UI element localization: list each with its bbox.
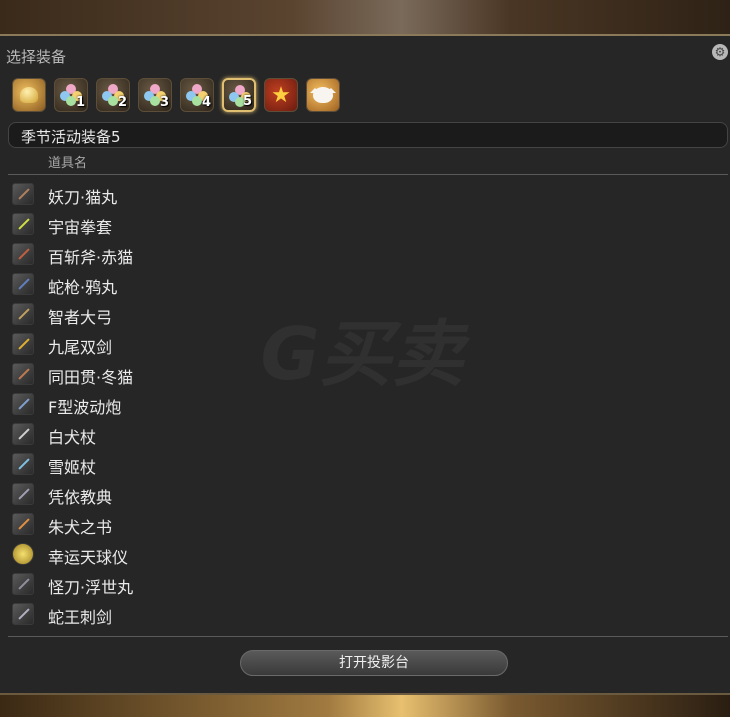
list-item[interactable]: 智者大弓 — [8, 298, 728, 328]
open-projection-button[interactable]: 打开投影台 — [240, 650, 508, 676]
katana-icon — [12, 183, 34, 205]
item-name: 雪姬杖 — [48, 458, 97, 477]
tab-seasonal-1[interactable]: 1 — [54, 78, 88, 112]
tab-number: 4 — [201, 95, 211, 110]
equipment-select-window: 选择装备 ⚙ 1 2 3 4 5 ★ 季节活动装备5 道具名 G买卖 妖刀·猫丸… — [0, 34, 730, 695]
tab-moogle[interactable] — [306, 78, 340, 112]
item-name: 妖刀·猫丸 — [48, 188, 118, 207]
item-name: 百斩斧·赤猫 — [48, 248, 134, 267]
star-icon: ★ — [271, 82, 291, 108]
item-name: 凭依教典 — [48, 488, 113, 507]
column-header-item-name: 道具名 — [48, 156, 88, 171]
axe-icon — [12, 243, 34, 265]
tab-number: 1 — [75, 95, 85, 110]
gun-icon — [12, 393, 34, 415]
staff-icon — [12, 453, 34, 475]
rapier-icon — [12, 603, 34, 625]
item-name: 蛇枪·鸦丸 — [48, 278, 118, 297]
bell-icon — [20, 87, 38, 103]
daggers-icon — [12, 333, 34, 355]
tab-favorites[interactable]: ★ — [264, 78, 298, 112]
item-name: 幸运天球仪 — [48, 548, 129, 567]
tab-number: 3 — [159, 95, 169, 110]
list-item[interactable]: 白犬杖 — [8, 418, 728, 448]
category-tabs: 1 2 3 4 5 ★ — [12, 78, 340, 114]
list-item[interactable]: 蛇枪·鸦丸 — [8, 268, 728, 298]
list-item[interactable]: 妖刀·猫丸 — [8, 178, 728, 208]
list-item[interactable]: 朱犬之书 — [8, 508, 728, 538]
window-title: 选择装备 — [6, 48, 67, 66]
lance-icon — [12, 273, 34, 295]
list-item[interactable]: 九尾双剑 — [8, 328, 728, 358]
globe-icon — [12, 543, 34, 565]
list-item[interactable]: F型波动炮 — [8, 388, 728, 418]
codex-icon — [12, 483, 34, 505]
item-name: 九尾双剑 — [48, 338, 113, 357]
list-item[interactable]: 蛇王刺剑 — [8, 598, 728, 628]
tab-seasonal-5[interactable]: 5 — [222, 78, 256, 112]
bow-icon — [12, 303, 34, 325]
item-name: F型波动炮 — [48, 398, 122, 417]
item-name: 白犬杖 — [48, 428, 97, 447]
list-item[interactable]: 宇宙拳套 — [8, 208, 728, 238]
background-top — [0, 0, 730, 34]
item-name: 蛇王刺剑 — [48, 608, 113, 627]
category-header: 季节活动装备5 — [8, 122, 728, 148]
background-bottom — [0, 695, 730, 717]
staff-icon — [12, 423, 34, 445]
katana-icon — [12, 573, 34, 595]
item-name: 同田贯·冬猫 — [48, 368, 134, 387]
divider — [8, 636, 728, 637]
katana-icon — [12, 363, 34, 385]
item-list: 妖刀·猫丸 宇宙拳套 百斩斧·赤猫 蛇枪·鸦丸 智者大弓 九尾双剑 同田贯·冬猫… — [8, 178, 728, 628]
item-name: 智者大弓 — [48, 308, 113, 327]
tab-bell[interactable] — [12, 78, 46, 112]
gear-icon[interactable]: ⚙ — [712, 44, 728, 60]
item-name: 宇宙拳套 — [48, 218, 113, 237]
book-icon — [12, 513, 34, 535]
divider — [8, 174, 728, 175]
tab-number: 5 — [242, 94, 252, 109]
item-name: 怪刀·浮世丸 — [48, 578, 134, 597]
list-item[interactable]: 雪姬杖 — [8, 448, 728, 478]
tab-number: 2 — [117, 95, 127, 110]
list-item[interactable]: 幸运天球仪 — [8, 538, 728, 568]
list-item[interactable]: 同田贯·冬猫 — [8, 358, 728, 388]
moogle-icon — [310, 87, 336, 103]
tab-seasonal-4[interactable]: 4 — [180, 78, 214, 112]
list-item[interactable]: 凭依教典 — [8, 478, 728, 508]
tab-seasonal-3[interactable]: 3 — [138, 78, 172, 112]
fist-weapon-icon — [12, 213, 34, 235]
list-item[interactable]: 百斩斧·赤猫 — [8, 238, 728, 268]
category-title: 季节活动装备5 — [21, 128, 121, 146]
tab-seasonal-2[interactable]: 2 — [96, 78, 130, 112]
list-item[interactable]: 怪刀·浮世丸 — [8, 568, 728, 598]
item-name: 朱犬之书 — [48, 518, 113, 537]
